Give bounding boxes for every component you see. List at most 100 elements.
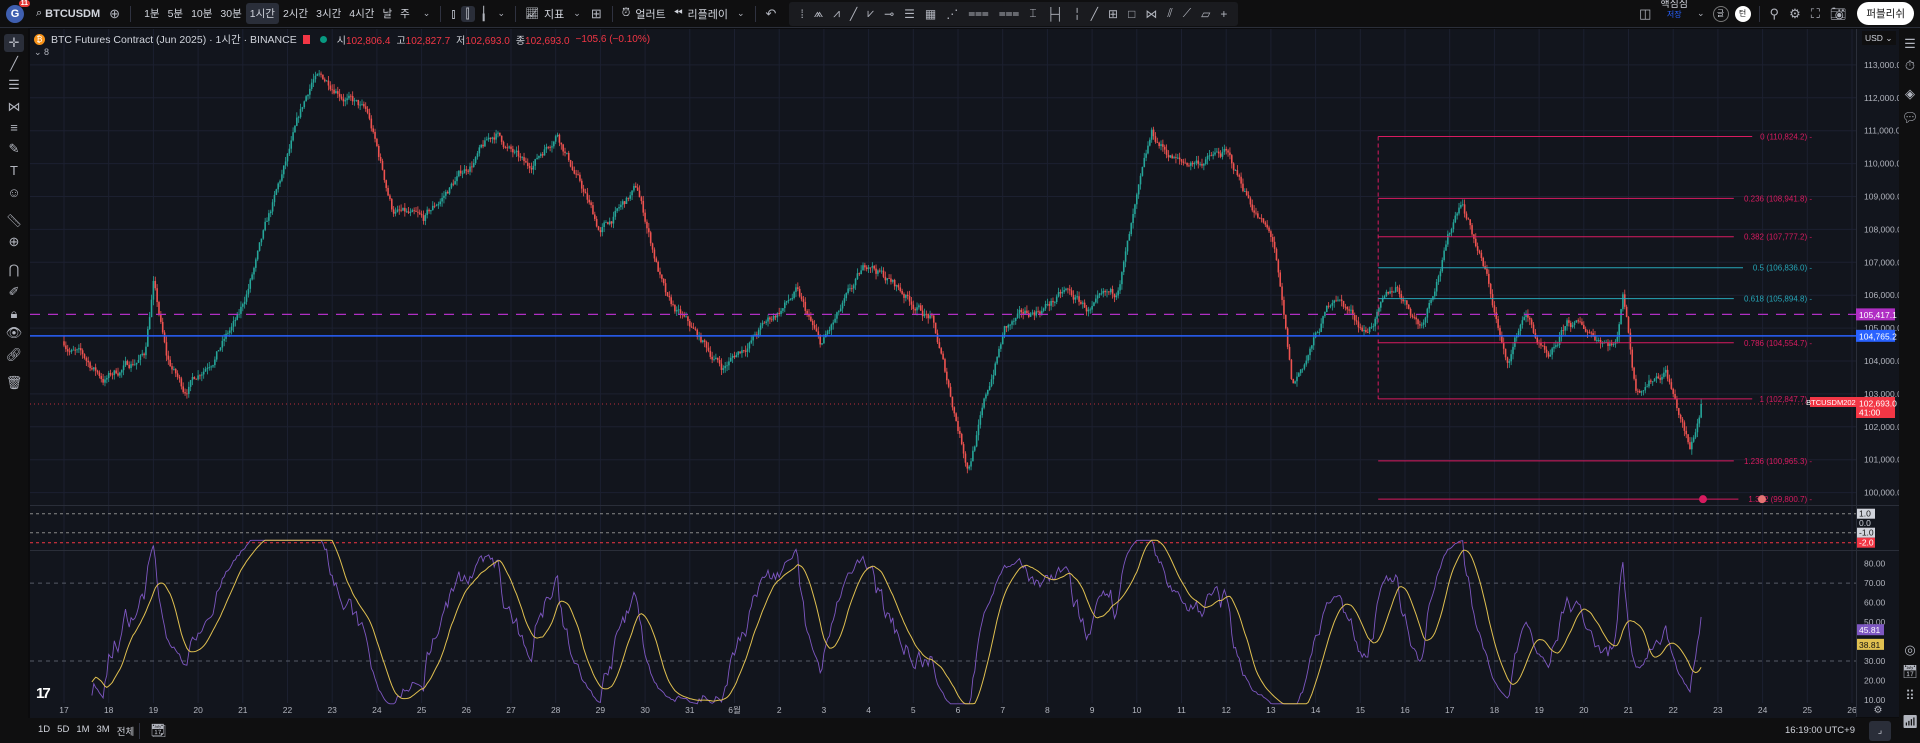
- indicators-toggle[interactable]: ⌄ 8: [34, 47, 49, 58]
- quick-search-icon[interactable]: ⚲: [1765, 6, 1785, 22]
- candle: [726, 365, 728, 367]
- grip-icon[interactable]: ⁞: [795, 7, 808, 21]
- templates-icon[interactable]: ⊞: [586, 6, 607, 22]
- undo-icon[interactable]: ↶: [761, 6, 782, 22]
- lock-icon[interactable]: 🔒︎: [4, 305, 24, 323]
- range-3m[interactable]: 3M: [97, 724, 110, 738]
- currency-selector[interactable]: USD ⌄: [1862, 31, 1896, 45]
- timeframe-5[interactable]: 2시간: [279, 3, 312, 24]
- candle: [199, 375, 201, 377]
- candle: [197, 375, 199, 380]
- rotated-rectangle-icon[interactable]: ▱: [1196, 7, 1215, 21]
- layout-name-button[interactable]: 핵심심 저장: [1656, 0, 1692, 28]
- candle: [1579, 321, 1581, 323]
- range-1d[interactable]: 1D: [38, 724, 50, 738]
- chat-icon[interactable]: 💬︎: [1901, 110, 1919, 126]
- date-price-range-icon[interactable]: ⌶: [1024, 6, 1041, 21]
- range-전체[interactable]: 전체: [117, 724, 134, 738]
- timeframe-9[interactable]: 주: [396, 3, 414, 24]
- fib-icon[interactable]: ≡: [4, 119, 24, 137]
- stay-drawing-icon[interactable]: ✐: [4, 283, 24, 301]
- trash-icon[interactable]: 🗑︎: [4, 374, 24, 392]
- cross-line-icon[interactable]: +: [1215, 7, 1232, 21]
- maximize-button[interactable]: ⌟: [1869, 720, 1891, 741]
- symbol-search[interactable]: ⌕ BTCUSDM: [32, 0, 104, 28]
- chevron-down-icon[interactable]: ⌄: [568, 8, 586, 19]
- butterfly-icon[interactable]: ⋈: [1140, 7, 1162, 21]
- chart-canvas[interactable]: 17 18 19 20 21 22 23 24 25 26 27 28 29 30 31 6월 2 3 4 5 6 7 8 9…: [0, 0, 1920, 743]
- range-5d[interactable]: 5D: [57, 724, 69, 738]
- clock[interactable]: 16:19:00 UTC+9: [1785, 725, 1855, 736]
- timeframe-2[interactable]: 10분: [187, 3, 216, 24]
- user-avatar[interactable]: G 11: [6, 0, 30, 23]
- chevron-down-icon[interactable]: ⌄: [732, 8, 750, 19]
- timeframe-3[interactable]: 30분: [216, 3, 245, 24]
- timeframe-1[interactable]: 5분: [164, 3, 188, 24]
- compare-add-icon[interactable]: ⊕: [104, 6, 125, 22]
- alert-button[interactable]: ⏰︎ 얼러트: [618, 0, 670, 28]
- timeframe-0[interactable]: 1분: [140, 3, 164, 24]
- extended-line-icon[interactable]: ╱: [1086, 7, 1103, 21]
- alerts-icon[interactable]: ⏱︎: [1901, 58, 1919, 74]
- link-icon[interactable]: 🔗︎: [4, 346, 24, 364]
- timeframe-7[interactable]: 4시간: [345, 3, 378, 24]
- camera-icon[interactable]: 📷︎: [1825, 6, 1852, 22]
- trend-line-icon[interactable]: ╱: [845, 7, 862, 21]
- chevron-down-icon[interactable]: ⌄: [1692, 8, 1710, 19]
- xabcd-pattern-icon[interactable]: ⩕: [809, 6, 828, 21]
- candle: [843, 298, 846, 303]
- ruler-icon[interactable]: 📏︎: [4, 212, 24, 230]
- indicators-button[interactable]: 📈︎ 지표: [521, 0, 568, 28]
- replay-button[interactable]: ⏪︎ 리플레이: [670, 0, 732, 28]
- horizontal-lines-icon[interactable]: ☰: [4, 76, 24, 94]
- timeframe-4[interactable]: 1시간: [245, 3, 279, 24]
- abcd-pattern-icon[interactable]: ⩗: [862, 6, 879, 21]
- bar-chart-icon[interactable]: ⫾: [446, 6, 460, 22]
- target-icon[interactable]: ◎: [1901, 642, 1919, 658]
- fullscreen-icon[interactable]: ⛶: [1806, 6, 1825, 22]
- date-range-icon[interactable]: ├┤: [1042, 7, 1069, 21]
- emoji-icon[interactable]: ☺: [4, 184, 24, 202]
- timeframe-8[interactable]: 날: [378, 3, 396, 24]
- publish-button[interactable]: 퍼블리쉬: [1857, 2, 1914, 25]
- goto-date-icon[interactable]: 📆︎: [145, 723, 172, 739]
- parallel-channel-icon[interactable]: ☰: [899, 7, 920, 21]
- chevron-down-icon[interactable]: ⌄: [418, 8, 436, 19]
- candles-icon[interactable]: ⫿: [460, 5, 475, 22]
- brush-icon[interactable]: ✎: [4, 140, 24, 158]
- calendar-icon[interactable]: 📅︎: [1901, 664, 1919, 680]
- eye-icon[interactable]: 👁︎: [4, 324, 24, 342]
- position-long-icon[interactable]: ⩶: [963, 6, 994, 21]
- flag-icon[interactable]: [302, 35, 310, 44]
- elliott-wave-icon[interactable]: ⩘: [828, 6, 845, 21]
- text-icon[interactable]: T: [4, 162, 24, 180]
- chart-type-icon[interactable]: ╽: [475, 6, 493, 22]
- settings-icon[interactable]: ⚙: [1784, 6, 1806, 22]
- layers-icon[interactable]: ◈: [1901, 86, 1919, 102]
- toggle-a-button[interactable]: 글: [1712, 5, 1729, 22]
- rectangle-icon[interactable]: □: [1123, 7, 1140, 21]
- chevron-down-icon[interactable]: ⌄: [493, 8, 511, 19]
- ray-icon[interactable]: ⟋: [1178, 6, 1196, 21]
- price-range-icon[interactable]: ╎: [1069, 7, 1086, 21]
- symbol-legend[interactable]: ₿ BTC Futures Contract (Jun 2025) · 1시간 …: [34, 32, 650, 47]
- magnet-icon[interactable]: ⋂: [4, 261, 24, 279]
- crosshair-icon[interactable]: ✛: [4, 34, 24, 52]
- watchlist-icon[interactable]: ☰: [1901, 36, 1919, 52]
- fib-grid-icon[interactable]: ⊞: [1103, 7, 1123, 21]
- apps-icon[interactable]: ⠿: [1901, 688, 1919, 704]
- range-1m[interactable]: 1M: [76, 724, 89, 738]
- zoom-in-icon[interactable]: ⊕: [4, 233, 24, 251]
- parallel-lines-icon[interactable]: ⫽: [1162, 6, 1177, 21]
- signal-icon[interactable]: 📶︎: [1901, 714, 1919, 730]
- gann-box-icon[interactable]: ▦: [920, 7, 941, 21]
- fib-fan-icon[interactable]: ⋰: [941, 7, 963, 21]
- horizontal-ray-icon[interactable]: ⊸: [879, 7, 899, 21]
- tradingview-logo[interactable]: 17: [36, 685, 51, 702]
- layout-split-icon[interactable]: ◫: [1634, 6, 1656, 22]
- trend-line-icon[interactable]: ╱: [4, 55, 24, 73]
- timeframe-6[interactable]: 3시간: [312, 3, 345, 24]
- toggle-b-button[interactable]: 턴: [1734, 5, 1751, 22]
- position-short-icon[interactable]: ⩶: [994, 6, 1025, 21]
- pitchfork-icon[interactable]: ⋈: [4, 98, 24, 116]
